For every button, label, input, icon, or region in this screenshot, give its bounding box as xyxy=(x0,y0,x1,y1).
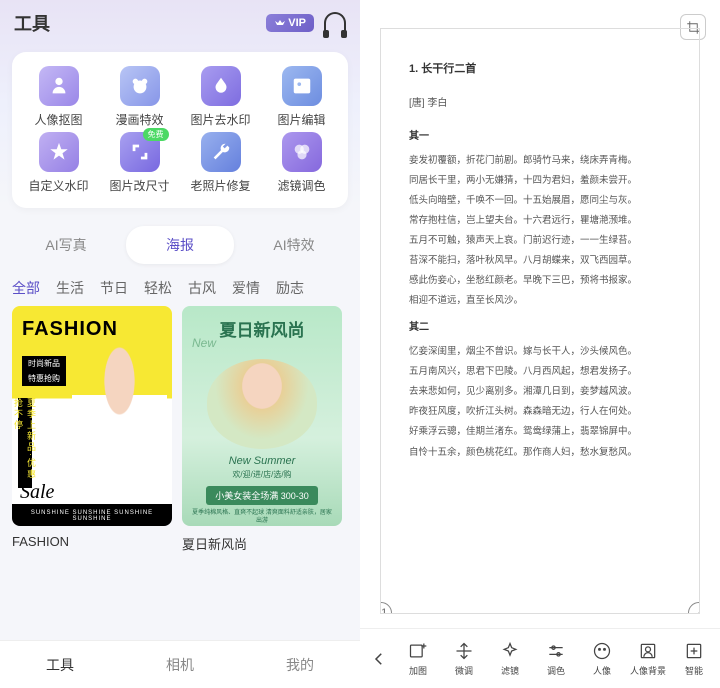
template-card-fashion[interactable]: FASHION 时尚新品 特惠抢购 夏季上新品·优惠抢不停 Sale SUNSH… xyxy=(12,306,172,553)
headset-icon[interactable] xyxy=(324,12,346,34)
doc-title: 1. 长干行二首 xyxy=(409,59,671,80)
palette-icon xyxy=(291,141,313,163)
bottom-nav: 工具 相机 我的 xyxy=(0,640,360,688)
tool-fine-tune[interactable]: 微调 xyxy=(442,641,486,677)
card-title: FASHION xyxy=(22,318,118,341)
doc-line: 常存抱柱信，岂上望夫台。十六君远行，瞿塘滟滪堆。 xyxy=(409,212,671,230)
tool-portrait-bg[interactable]: 人像背景 xyxy=(626,641,670,677)
portrait-bg-icon xyxy=(638,641,658,661)
cat-classic[interactable]: 古风 xyxy=(188,278,216,298)
tools-panel: 人像抠图 漫画特效 图片去水印 图片编辑 自定义水印 免费图片改尺寸 老照片修复… xyxy=(12,52,348,208)
doc-line: 自怜十五余，颜色桃花红。那作商人妇，愁水复愁风。 xyxy=(409,444,671,462)
resize-icon xyxy=(129,141,151,163)
tool-portrait-cutout[interactable]: 人像抠图 xyxy=(20,66,98,128)
crown-icon xyxy=(274,18,286,28)
nav-profile[interactable]: 我的 xyxy=(240,641,360,688)
bear-icon xyxy=(129,75,151,97)
doc-line: 妾发初覆额，折花门前剧。郎骑竹马来，绕床弄青梅。 xyxy=(409,152,671,170)
model-image xyxy=(72,346,167,486)
image-icon xyxy=(291,75,313,97)
doc-line: 苔深不能扫，落叶秋风早。八月胡蝶来，双飞西园草。 xyxy=(409,252,671,270)
droplet-icon xyxy=(210,75,232,97)
tool-comic-effect[interactable]: 漫画特效 xyxy=(101,66,179,128)
tool-restore-photo[interactable]: 老照片修复 xyxy=(182,132,260,194)
doc-line: 好乘浮云骢，佳期兰渚东。鸳鸯绿蒲上，翡翠锦屏中。 xyxy=(409,423,671,441)
cat-love[interactable]: 爱情 xyxy=(232,278,260,298)
face-icon xyxy=(592,641,612,661)
doc-line: 感此伤妾心，坐愁红颜老。早晚下三巴，预将书报家。 xyxy=(409,272,671,290)
tool-image-edit[interactable]: 图片编辑 xyxy=(263,66,341,128)
corner-add[interactable]: +1 xyxy=(380,602,392,614)
card-caption: FASHION xyxy=(12,534,172,549)
sparkle-icon xyxy=(500,641,520,661)
sliders-icon xyxy=(546,641,566,661)
star-icon xyxy=(48,141,70,163)
tool-custom-watermark[interactable]: 自定义水印 xyxy=(20,132,98,194)
wrench-icon xyxy=(210,141,232,163)
tool-smart[interactable]: 智能 xyxy=(672,641,716,677)
cat-relax[interactable]: 轻松 xyxy=(144,278,172,298)
doc-line: 去来悲如何，见少离别多。湘潭几日到，妾梦越风波。 xyxy=(409,383,671,401)
doc-line: 低头向暗壁，千唤不一回。十五始展眉，愿同尘与灰。 xyxy=(409,192,671,210)
tab-ai-effect[interactable]: AI特效 xyxy=(240,226,348,264)
cat-festival[interactable]: 节日 xyxy=(100,278,128,298)
doc-line: 五月南风兴，思君下巴陵。八月西风起，想君发扬子。 xyxy=(409,363,671,381)
category-row: 全部 生活 节日 轻松 古风 爱情 励志 xyxy=(0,264,360,306)
tool-remove-watermark[interactable]: 图片去水印 xyxy=(182,66,260,128)
tabs: AI写真 海报 AI特效 xyxy=(12,226,348,264)
cat-all[interactable]: 全部 xyxy=(12,278,40,298)
free-badge: 免费 xyxy=(143,128,169,141)
doc-line: 五月不可触，猿声天上哀。门前迟行迹，一一生绿苔。 xyxy=(409,232,671,250)
tool-resize[interactable]: 免费图片改尺寸 xyxy=(101,132,179,194)
doc-author: [唐] 李白 xyxy=(409,94,671,113)
tool-filter-color[interactable]: 滤镜调色 xyxy=(263,132,341,194)
doc-line: 昨夜狂风度，吹折江头树。森森暗无边，行人在何处。 xyxy=(409,403,671,421)
card-caption: 夏日新风尚 xyxy=(182,534,342,553)
doc-line: 忆妾深闺里，烟尘不曾识。嫁与长干人，沙头候风色。 xyxy=(409,343,671,361)
tab-ai-portrait[interactable]: AI写真 xyxy=(12,226,120,264)
tool-filter[interactable]: 滤镜 xyxy=(488,641,532,677)
tool-portrait[interactable]: 人像 xyxy=(580,641,624,677)
move-icon xyxy=(454,641,474,661)
editor-toolbar: 加图 微调 滤镜 调色 人像 人像背景 智能 xyxy=(360,628,720,688)
nav-camera[interactable]: 相机 xyxy=(120,641,240,688)
tool-add-image[interactable]: 加图 xyxy=(396,641,440,677)
document-canvas[interactable]: 1. 长干行二首 [唐] 李白 其一 妾发初覆额，折花门前剧。郎骑竹马来，绕床弄… xyxy=(380,28,700,614)
doc-line: 相迎不道远，直至长风沙。 xyxy=(409,292,671,310)
cat-motivation[interactable]: 励志 xyxy=(276,278,304,298)
model-image xyxy=(207,359,317,449)
person-icon xyxy=(48,75,70,97)
add-image-icon xyxy=(408,641,428,661)
tool-color[interactable]: 调色 xyxy=(534,641,578,677)
corner-expand[interactable]: ⤢ xyxy=(688,602,700,614)
vip-badge[interactable]: VIP xyxy=(266,14,314,32)
magic-icon xyxy=(684,641,704,661)
page-title: 工具 xyxy=(14,10,50,36)
template-card-summer[interactable]: 夏日新风尚 New New Summer 欢/迎/进/店/选/购 小美女装全场满… xyxy=(182,306,342,553)
nav-tools[interactable]: 工具 xyxy=(0,641,120,688)
chevron-left-icon xyxy=(370,650,388,668)
doc-line: 同居长干里，两小无嫌猜，十四为君妇，羞颜未尝开。 xyxy=(409,172,671,190)
cat-life[interactable]: 生活 xyxy=(56,278,84,298)
back-button[interactable] xyxy=(364,650,394,668)
tab-poster[interactable]: 海报 xyxy=(126,226,234,264)
